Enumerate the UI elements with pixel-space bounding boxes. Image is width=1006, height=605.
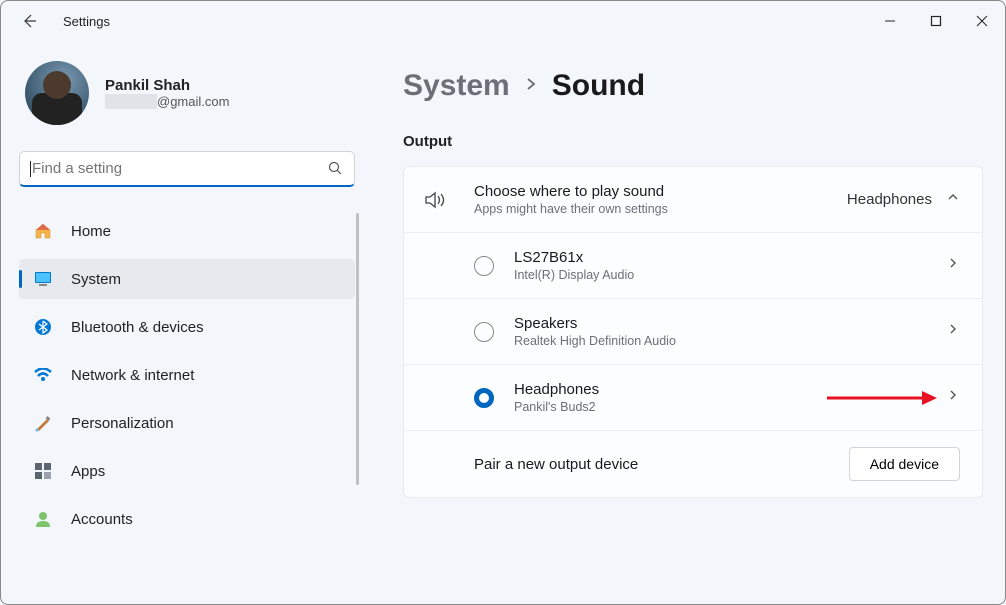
network-icon bbox=[33, 365, 53, 385]
radio-checked[interactable] bbox=[474, 388, 494, 408]
chevron-right-icon bbox=[524, 77, 538, 96]
section-output-label: Output bbox=[403, 133, 983, 150]
output-device-row[interactable]: Speakers Realtek High Definition Audio bbox=[404, 298, 982, 364]
sidebar-item-label: Personalization bbox=[71, 415, 174, 432]
device-sub: Pankil's Buds2 bbox=[514, 400, 946, 414]
device-sub: Intel(R) Display Audio bbox=[514, 268, 946, 282]
window-title: Settings bbox=[63, 14, 110, 29]
sidebar-item-label: Bluetooth & devices bbox=[71, 319, 204, 336]
sidebar-item-accounts[interactable]: Accounts bbox=[19, 499, 355, 539]
bluetooth-icon bbox=[33, 317, 53, 337]
device-sub: Realtek High Definition Audio bbox=[514, 334, 946, 348]
chevron-right-icon bbox=[946, 256, 960, 275]
user-email: xxxxxxxx@gmail.com bbox=[105, 94, 229, 109]
search-icon bbox=[328, 161, 343, 181]
text-caret bbox=[30, 161, 31, 177]
choose-output-value: Headphones bbox=[847, 191, 932, 208]
user-block[interactable]: Pankil Shah xxxxxxxx@gmail.com bbox=[19, 61, 361, 125]
radio-unchecked[interactable] bbox=[474, 256, 494, 276]
close-button[interactable] bbox=[959, 5, 1005, 37]
sidebar-item-network[interactable]: Network & internet bbox=[19, 355, 355, 395]
titlebar: Settings bbox=[1, 1, 1005, 41]
pair-device-row: Pair a new output device Add device bbox=[404, 430, 982, 497]
sidebar-item-label: Home bbox=[71, 223, 111, 240]
maximize-button[interactable] bbox=[913, 5, 959, 37]
choose-output-sub: Apps might have their own settings bbox=[474, 202, 847, 216]
scrollbar[interactable] bbox=[356, 213, 359, 485]
chevron-right-icon bbox=[946, 388, 960, 407]
output-device-row[interactable]: LS27B61x Intel(R) Display Audio bbox=[404, 232, 982, 298]
nav: Home System Bluetooth & devices Network … bbox=[19, 211, 355, 539]
avatar bbox=[25, 61, 89, 125]
sidebar-item-label: Accounts bbox=[71, 511, 133, 528]
back-arrow-icon bbox=[21, 13, 37, 29]
breadcrumb-current: Sound bbox=[552, 69, 645, 103]
device-name: Speakers bbox=[514, 315, 946, 332]
accounts-icon bbox=[33, 509, 53, 529]
chevron-up-icon bbox=[946, 190, 960, 209]
minimize-icon bbox=[884, 15, 896, 27]
user-name: Pankil Shah bbox=[105, 77, 229, 94]
sidebar-item-system[interactable]: System bbox=[19, 259, 355, 299]
minimize-button[interactable] bbox=[867, 5, 913, 37]
sidebar-item-apps[interactable]: Apps bbox=[19, 451, 355, 491]
radio-unchecked[interactable] bbox=[474, 322, 494, 342]
sidebar-item-personalization[interactable]: Personalization bbox=[19, 403, 355, 443]
sidebar-item-label: System bbox=[71, 271, 121, 288]
system-icon bbox=[33, 269, 53, 289]
sidebar-item-bluetooth[interactable]: Bluetooth & devices bbox=[19, 307, 355, 347]
add-device-button[interactable]: Add device bbox=[849, 447, 960, 481]
output-device-row[interactable]: Headphones Pankil's Buds2 bbox=[404, 364, 982, 430]
main-content: System Sound Output Choose where to play… bbox=[361, 41, 1005, 604]
maximize-icon bbox=[930, 15, 942, 27]
apps-icon bbox=[33, 461, 53, 481]
search-input[interactable] bbox=[19, 151, 355, 187]
device-name: Headphones bbox=[514, 381, 946, 398]
volume-icon bbox=[422, 191, 450, 209]
breadcrumb: System Sound bbox=[403, 69, 983, 103]
home-icon bbox=[33, 221, 53, 241]
personalization-icon bbox=[33, 413, 53, 433]
choose-output-row[interactable]: Choose where to play sound Apps might ha… bbox=[404, 167, 982, 232]
sidebar-item-home[interactable]: Home bbox=[19, 211, 355, 251]
output-card: Choose where to play sound Apps might ha… bbox=[403, 166, 983, 498]
close-icon bbox=[976, 15, 988, 27]
breadcrumb-parent[interactable]: System bbox=[403, 69, 510, 103]
sidebar-item-label: Apps bbox=[71, 463, 105, 480]
chevron-right-icon bbox=[946, 322, 960, 341]
search-wrap bbox=[19, 151, 355, 187]
window-controls bbox=[867, 5, 1005, 37]
sidebar: Pankil Shah xxxxxxxx@gmail.com Home Syst… bbox=[1, 41, 361, 604]
sidebar-item-label: Network & internet bbox=[71, 367, 194, 384]
back-button[interactable] bbox=[19, 11, 39, 31]
choose-output-title: Choose where to play sound bbox=[474, 183, 847, 200]
pair-device-title: Pair a new output device bbox=[474, 456, 849, 473]
device-name: LS27B61x bbox=[514, 249, 946, 266]
